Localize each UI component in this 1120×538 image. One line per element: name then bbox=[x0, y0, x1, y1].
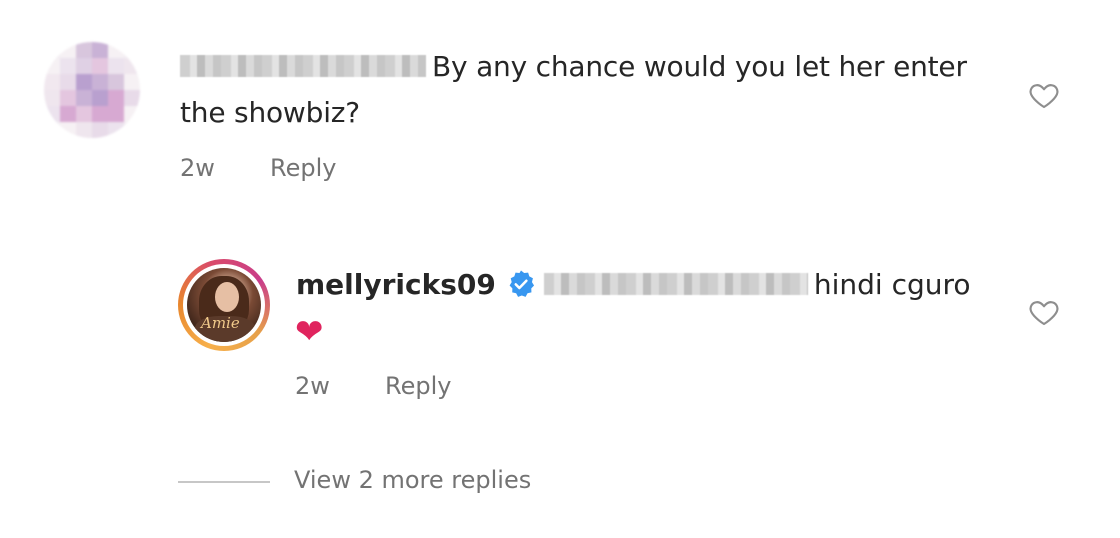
reply-username[interactable]: mellyricks09 bbox=[296, 268, 496, 301]
red-heart-emoji: ❤ bbox=[295, 312, 324, 352]
reply-avatar[interactable]: Amie bbox=[178, 259, 270, 351]
avatar-script-text: Amie bbox=[201, 314, 240, 332]
reply-meta: 2w Reply bbox=[295, 372, 451, 400]
avatar-photo: Amie bbox=[187, 268, 261, 342]
comment-body: By any chance would you let her enter th… bbox=[180, 44, 1010, 136]
reply-body: mellyricks09 hindi cguro bbox=[296, 262, 1016, 308]
comment-meta: 2w Reply bbox=[180, 154, 336, 182]
reply-reply-button[interactable]: Reply bbox=[385, 372, 451, 400]
redacted-mention[interactable] bbox=[543, 273, 808, 295]
reply-text: hindi cguro bbox=[813, 268, 971, 301]
commenter-avatar[interactable] bbox=[44, 42, 140, 138]
heart-outline-icon[interactable] bbox=[1027, 296, 1061, 328]
reply-time: 2w bbox=[295, 372, 330, 400]
redacted-username[interactable] bbox=[180, 55, 426, 77]
verified-badge-icon bbox=[509, 270, 534, 297]
comment-reply-button[interactable]: Reply bbox=[270, 154, 336, 182]
view-more-replies-button[interactable]: View 2 more replies bbox=[294, 466, 531, 494]
comment-time: 2w bbox=[180, 154, 215, 182]
view-more-divider bbox=[178, 481, 270, 483]
heart-outline-icon[interactable] bbox=[1027, 79, 1061, 111]
